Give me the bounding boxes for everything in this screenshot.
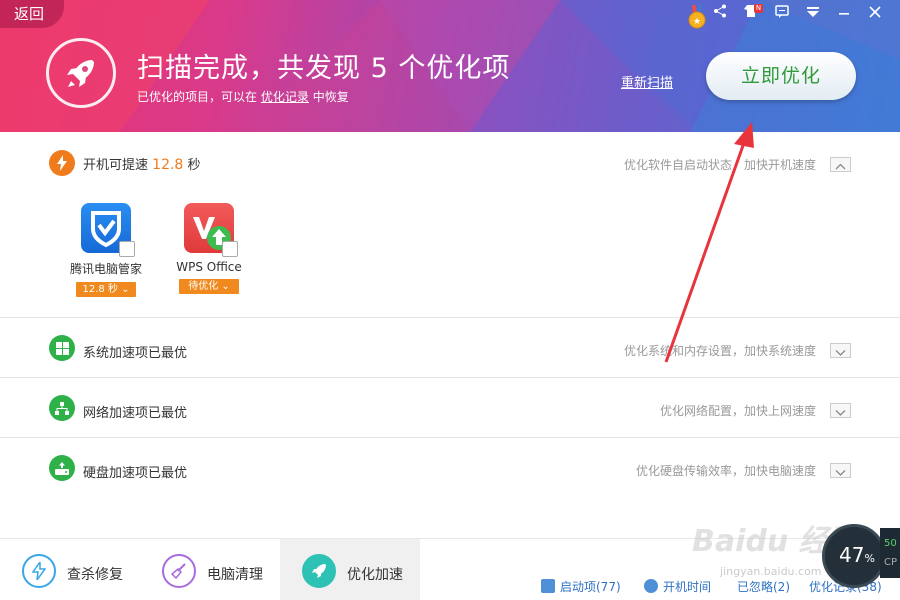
chevron-down-icon: ⌄ — [121, 284, 130, 295]
feedback-icon[interactable] — [766, 4, 797, 26]
app-tag-label: 12.8 秒 — [82, 284, 118, 295]
lightning-shield-icon — [22, 554, 56, 588]
optimize-now-button[interactable]: 立即优化 — [706, 52, 856, 100]
network-desc: 优化网络配置，加快上网速度 — [659, 404, 816, 418]
subtitle-suffix: 中恢复 — [312, 90, 349, 104]
window-controls: N — [704, 4, 890, 26]
clock-icon — [644, 579, 658, 593]
header-banner: 返回 ★ N 扫描完成，共发现 5 个优化项 已优化的项目，可以在 优化记录 中… — [0, 0, 900, 132]
disk-desc: 优化硬盘传输效率，加快电脑速度 — [635, 464, 816, 478]
broom-icon — [162, 554, 196, 588]
skin-icon[interactable]: N — [735, 4, 766, 26]
link-label: 已忽略(2) — [737, 580, 790, 594]
menu-icon[interactable] — [797, 4, 828, 26]
cpu-side-panel: 50 CP — [880, 528, 900, 578]
expand-toggle[interactable] — [830, 403, 851, 418]
cpu-side-label: CP — [884, 557, 898, 568]
startup-section: 开机可提速 12.8 秒 优化软件自启动状态，加快开机速度 腾讯电脑管家 12.… — [0, 132, 900, 318]
startup-items-icon — [541, 579, 555, 593]
windows-icon — [49, 335, 75, 361]
expand-toggle[interactable] — [830, 463, 851, 478]
back-button[interactable]: 返回 — [0, 0, 64, 28]
rocket-icon — [302, 554, 336, 588]
gauge-unit: % — [864, 552, 875, 565]
rescan-link[interactable]: 重新扫描 — [621, 72, 673, 91]
expand-toggle[interactable] — [830, 343, 851, 358]
startup-title-label: 开机可提速 — [83, 158, 149, 173]
nav-speed-up[interactable]: 优化加速 — [280, 539, 420, 600]
optimize-history-link[interactable]: 优化记录 — [261, 90, 309, 104]
startup-speed-unit: 秒 — [187, 158, 201, 173]
app-item-tencent: 腾讯电脑管家 12.8 秒 ⌄ — [61, 203, 151, 297]
app-tag-label: 待优化 — [188, 281, 219, 292]
app-item-wps: WPS Office 待优化 ⌄ — [164, 203, 254, 294]
nav-label: 优化加速 — [347, 567, 403, 583]
subtitle-prefix: 已优化的项目，可以在 — [137, 90, 258, 104]
app-name: WPS Office — [176, 260, 242, 274]
system-section: 系统加速项已最优 优化系统和内存设置，加快系统速度 — [0, 318, 900, 378]
svg-text:★: ★ — [693, 17, 701, 27]
network-title: 网络加速项已最优 — [83, 406, 188, 421]
wps-office-icon — [184, 203, 238, 257]
page-subtitle: 已优化的项目，可以在 优化记录 中恢复 — [137, 88, 349, 105]
gauge-value: 47% — [839, 543, 875, 567]
minimize-icon[interactable] — [828, 4, 859, 26]
network-section: 网络加速项已最优 优化网络配置，加快上网速度 — [0, 378, 900, 438]
app-tag-dropdown[interactable]: 待优化 ⌄ — [179, 279, 239, 294]
disk-title: 硬盘加速项已最优 — [83, 466, 188, 481]
collapse-toggle[interactable] — [830, 157, 851, 172]
app-name: 腾讯电脑管家 — [69, 262, 142, 276]
nav-label: 查杀修复 — [67, 567, 123, 583]
link-label: 启动项(77) — [560, 580, 621, 594]
new-badge: N — [754, 4, 763, 13]
boot-time-link[interactable]: 开机时间 — [644, 578, 711, 595]
page-title: 扫描完成，共发现 5 个优化项 — [137, 53, 511, 84]
link-label: 开机时间 — [663, 580, 712, 594]
startup-items-link[interactable]: 启动项(77) — [541, 578, 621, 595]
startup-speed-value: 12.8 — [152, 157, 184, 173]
memory-gauge[interactable]: 47% — [822, 524, 886, 588]
app-tag-dropdown[interactable]: 12.8 秒 ⌄ — [76, 282, 136, 297]
startup-title: 开机可提速 12.8 秒 — [83, 154, 200, 173]
tencent-manager-icon — [81, 203, 135, 257]
nav-label: 电脑清理 — [207, 567, 263, 583]
rocket-icon — [46, 38, 116, 108]
nav-disk-cleanup[interactable]: 电脑清理 — [140, 539, 280, 600]
hard-disk-icon — [49, 455, 75, 481]
startup-desc: 优化软件自启动状态，加快开机速度 — [623, 158, 816, 172]
watermark-url: jingyan.baidu.com — [720, 565, 822, 578]
lightning-icon — [49, 150, 75, 176]
system-title: 系统加速项已最优 — [83, 346, 188, 361]
share-icon[interactable] — [704, 4, 735, 26]
cpu-side-value: 50 — [884, 538, 897, 549]
gauge-number: 47 — [839, 543, 865, 567]
app-checkbox[interactable] — [119, 241, 135, 257]
disk-section: 硬盘加速项已最优 优化硬盘传输效率，加快电脑速度 — [0, 438, 900, 498]
close-icon[interactable] — [859, 4, 890, 26]
nav-virus-scan[interactable]: 查杀修复 — [0, 539, 140, 600]
network-icon — [49, 395, 75, 421]
app-checkbox[interactable] — [222, 241, 238, 257]
ignored-link[interactable]: 已忽略(2) — [737, 578, 790, 595]
system-desc: 优化系统和内存设置，加快系统速度 — [623, 344, 816, 358]
chevron-down-icon: ⌄ — [221, 281, 230, 292]
